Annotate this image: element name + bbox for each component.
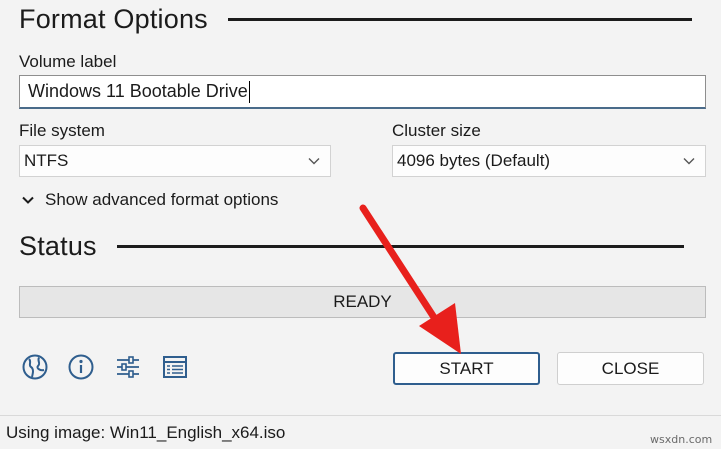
chevron-down-icon [22, 196, 34, 204]
language-button[interactable] [20, 352, 50, 382]
close-button-label: CLOSE [601, 358, 660, 378]
text-caret [248, 80, 250, 103]
cluster-size-value: 4096 bytes (Default) [397, 151, 551, 170]
watermark: wsxdn.com [650, 433, 713, 446]
chevron-down-icon [308, 158, 320, 165]
annotation-arrow [359, 204, 461, 354]
status-title: Status [19, 231, 97, 261]
status-bar: Using image: Win11_English_x64.iso [0, 415, 721, 449]
chevron-down-icon [683, 158, 695, 165]
info-icon [68, 354, 94, 380]
settings-button[interactable] [113, 352, 143, 382]
advanced-format-label: Show advanced format options [45, 190, 279, 209]
close-button[interactable]: CLOSE [557, 352, 704, 385]
heading-rule [227, 18, 692, 21]
cluster-size-caption: Cluster size [392, 121, 481, 140]
file-system-value: NTFS [24, 151, 69, 170]
globe-icon [22, 354, 48, 380]
settings-sliders-icon [117, 356, 139, 378]
advanced-format-toggle[interactable]: Show advanced format options [21, 190, 278, 210]
cluster-size-select[interactable]: 4096 bytes (Default) [392, 145, 706, 177]
about-button[interactable] [66, 352, 96, 382]
file-system-caption: File system [19, 121, 105, 140]
volume-label-input[interactable]: Windows 11 Bootable Drive [19, 75, 706, 109]
status-heading: Status [19, 231, 684, 262]
format-options-title: Format Options [19, 4, 208, 34]
volume-label-value: Windows 11 Bootable Drive [28, 81, 248, 101]
status-bar-text: Using image: Win11_English_x64.iso [6, 422, 286, 442]
log-icon [163, 356, 187, 378]
file-system-select[interactable]: NTFS [19, 145, 331, 177]
start-button-label: START [439, 358, 494, 378]
log-button[interactable] [160, 352, 190, 382]
volume-label-caption: Volume label [19, 52, 117, 71]
format-options-heading: Format Options [19, 4, 692, 35]
